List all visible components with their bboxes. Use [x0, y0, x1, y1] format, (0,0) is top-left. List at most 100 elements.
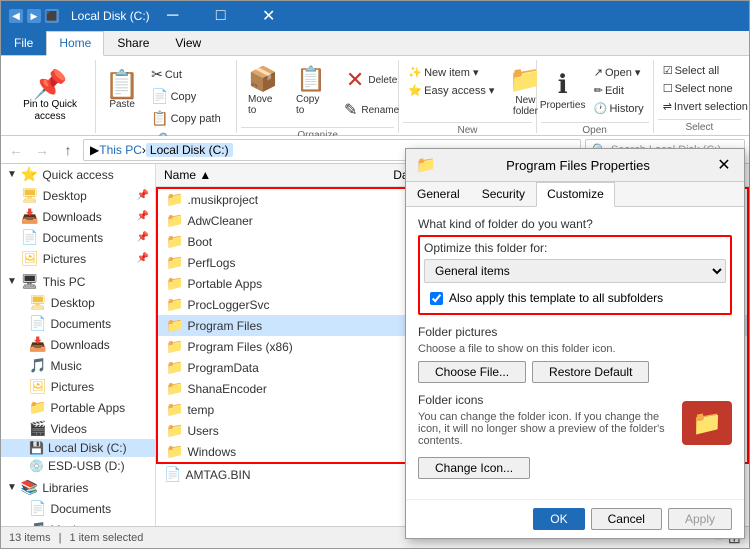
ribbon-group-clipboard: 📋 Paste ✂ Cut 📄 Copy 📋 Copy path: [96, 60, 237, 133]
tab-file[interactable]: File: [1, 31, 46, 55]
open-button[interactable]: ↗ Open ▾: [589, 64, 649, 81]
minimize-button[interactable]: ─: [150, 1, 196, 31]
select-all-button[interactable]: ☑ Select all: [658, 62, 725, 79]
maximize-button[interactable]: □: [198, 1, 244, 31]
folder-icon: 🖼: [29, 378, 47, 395]
nav-item-desktop-quick[interactable]: 🖥 Desktop 📌: [1, 185, 155, 206]
left-nav: ▼ ⭐ Quick access 🖥 Desktop 📌 📥 Downloads…: [1, 164, 156, 526]
dialog-tab-customize[interactable]: Customize: [536, 182, 615, 207]
folder-icon: 📄: [29, 500, 46, 517]
title-bar: ◀ ▶ ⬛ Local Disk (C:) ─ □ ✕: [1, 1, 749, 31]
apply-template-checkbox[interactable]: [430, 292, 443, 305]
folder-icon: 📁: [166, 422, 183, 439]
optimize-question: What kind of folder do you want?: [418, 217, 732, 231]
invert-selection-button[interactable]: ⇌ Invert selection: [658, 98, 750, 115]
tab-view[interactable]: View: [162, 31, 214, 55]
easy-access-icon: ⭐: [408, 84, 422, 97]
nav-item-portable-apps-pc[interactable]: 📁 Portable Apps: [1, 397, 155, 418]
select-none-icon: ☐: [663, 82, 673, 95]
up-button[interactable]: ↑: [57, 139, 79, 161]
optimize-select[interactable]: General items Documents Pictures Music V…: [424, 259, 726, 283]
copy-to-button[interactable]: 📋 Copy to: [289, 62, 333, 118]
title-bar-text: Local Disk (C:): [71, 9, 150, 23]
ok-button[interactable]: OK: [533, 508, 584, 530]
nav-item-downloads-pc[interactable]: 📥 Downloads: [1, 334, 155, 355]
edit-button[interactable]: ✏ Edit: [589, 82, 649, 99]
nav-item-downloads-quick[interactable]: 📥 Downloads 📌: [1, 206, 155, 227]
nav-section-libraries: ▼ 📚 Libraries 📄 Documents 🎵 Music 🖼 Pict…: [1, 477, 155, 526]
nav-item-pictures-pc[interactable]: 🖼 Pictures: [1, 376, 155, 397]
file-name: AMTAG.BIN: [185, 468, 429, 482]
nav-item-esd-usb-d[interactable]: 💿 ESD-USB (D:): [1, 457, 155, 475]
apply-button[interactable]: Apply: [668, 508, 732, 530]
folder-icons-text: Folder icons You can change the folder i…: [418, 393, 674, 453]
easy-access-button[interactable]: ⭐ Easy access ▾: [403, 82, 499, 99]
move-to-button[interactable]: 📦 Move to: [241, 62, 285, 118]
folder-icon: 🎬: [29, 420, 46, 437]
nav-item-label: Downloads: [42, 210, 101, 224]
paste-button[interactable]: 📋 Paste: [100, 62, 144, 118]
tab-home[interactable]: Home: [46, 31, 104, 56]
nav-item-music-pc[interactable]: 🎵 Music: [1, 355, 155, 376]
nav-item-documents-quick[interactable]: 📄 Documents 📌: [1, 227, 155, 248]
selected-info: 1 item selected: [69, 532, 143, 544]
folder-icons-desc: You can change the folder icon. If you c…: [418, 411, 674, 447]
copy-path-button[interactable]: 📋 Copy path: [146, 108, 246, 129]
path-active[interactable]: Local Disk (C:): [146, 143, 233, 157]
folder-icon: 🖥: [29, 294, 47, 311]
expand-icon: ▼: [7, 169, 17, 180]
nav-item-label: Documents: [50, 502, 111, 516]
history-button[interactable]: 🕐 History: [589, 100, 649, 117]
apply-template-label: Also apply this template to all subfolde…: [449, 291, 663, 305]
dialog-close-button[interactable]: ✕: [714, 155, 734, 175]
forward-button[interactable]: →: [31, 139, 53, 161]
back-button[interactable]: ←: [5, 139, 27, 161]
nav-item-music-lib[interactable]: 🎵 Music: [1, 519, 155, 526]
nav-section-quick-access: ▼ ⭐ Quick access 🖥 Desktop 📌 📥 Downloads…: [1, 164, 155, 269]
file-name: Boot: [187, 235, 427, 249]
cut-button[interactable]: ✂ Cut: [146, 64, 246, 85]
quick-access-header[interactable]: ▼ ⭐ Quick access: [1, 164, 155, 185]
dialog-tab-security[interactable]: Security: [471, 182, 536, 206]
folder-icon: 📁: [166, 338, 183, 355]
restore-default-button[interactable]: Restore Default: [532, 361, 649, 383]
nav-item-pictures-quick[interactable]: 🖼 Pictures 📌: [1, 248, 155, 269]
app-icon: ⬛: [45, 9, 59, 23]
forward-icon: ▶: [27, 9, 41, 23]
close-button[interactable]: ✕: [246, 1, 292, 31]
col-name[interactable]: Name ▲: [160, 166, 389, 184]
new-item-button[interactable]: ✨ New item ▾: [403, 64, 499, 81]
nav-item-documents-lib[interactable]: 📄 Documents: [1, 498, 155, 519]
nav-item-desktop-pc[interactable]: 🖥 Desktop: [1, 292, 155, 313]
properties-button[interactable]: ℹ Properties: [541, 62, 585, 118]
path-this-pc[interactable]: This PC: [99, 143, 142, 157]
properties-dialog: 📁 Program Files Properties ✕ General Sec…: [405, 148, 745, 539]
nav-item-label: Downloads: [50, 338, 109, 352]
dialog-tab-general[interactable]: General: [406, 182, 471, 206]
copy-path-icon: 📋: [151, 110, 168, 127]
folder-icon-preview: 📁: [682, 401, 732, 445]
libraries-header[interactable]: ▼ 📚 Libraries: [1, 477, 155, 498]
item-count: 13 items: [9, 532, 51, 544]
folder-icon: 📁: [166, 275, 183, 292]
rename-button[interactable]: ✎ Rename: [337, 97, 406, 123]
this-pc-header[interactable]: ▼ 🖥 This PC: [1, 271, 155, 292]
nav-item-local-disk-c[interactable]: 💾 Local Disk (C:): [1, 439, 155, 457]
folder-icon: 📁: [166, 443, 183, 460]
expand-icon: ▼: [7, 276, 17, 287]
change-icon-button[interactable]: Change Icon...: [418, 457, 530, 479]
file-name: Program Files: [187, 319, 427, 333]
pin-to-quick-button[interactable]: 📌 Pin to Quick access: [9, 68, 91, 126]
choose-file-button[interactable]: Choose File...: [418, 361, 526, 383]
tab-share[interactable]: Share: [104, 31, 162, 55]
file-name: .musikproject: [187, 193, 427, 207]
select-none-button[interactable]: ☐ Select none: [658, 80, 738, 97]
title-bar-app-icons: ◀ ▶ ⬛: [9, 9, 59, 23]
delete-button[interactable]: ✕ Delete: [337, 64, 406, 96]
apply-template-row: Also apply this template to all subfolde…: [424, 287, 726, 309]
nav-item-videos-pc[interactable]: 🎬 Videos: [1, 418, 155, 439]
nav-item-documents-pc[interactable]: 📄 Documents: [1, 313, 155, 334]
copy-button[interactable]: 📄 Copy: [146, 86, 246, 107]
dialog-title-bar: 📁 Program Files Properties ✕: [406, 149, 744, 182]
cancel-button[interactable]: Cancel: [591, 508, 662, 530]
